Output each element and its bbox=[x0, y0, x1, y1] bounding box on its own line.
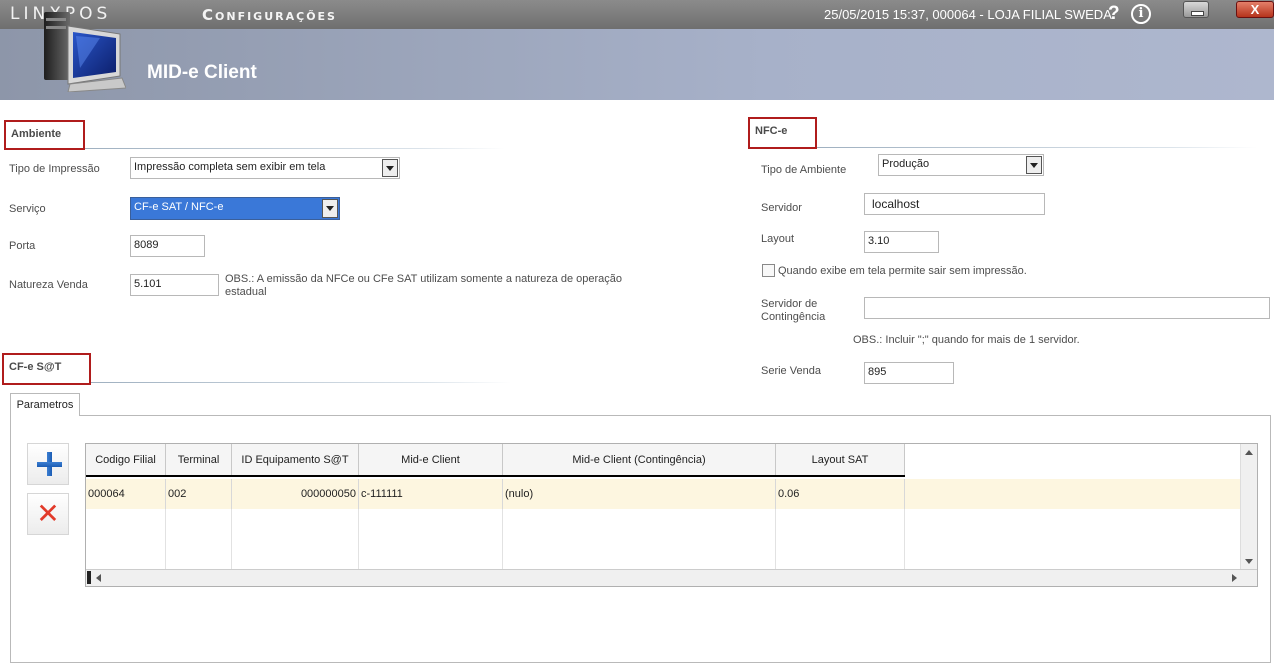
porta-input[interactable]: 8089 bbox=[130, 235, 205, 257]
column-header[interactable]: ID Equipamento S@T bbox=[232, 444, 359, 475]
table-cell[interactable]: 0.06 bbox=[776, 479, 905, 509]
parametros-grid[interactable]: Codigo Filial Terminal ID Equipamento S@… bbox=[85, 443, 1258, 587]
sair-sem-impressao-label: Quando exibe em tela permite sair sem im… bbox=[778, 265, 1027, 277]
column-header[interactable]: Layout SAT bbox=[776, 444, 905, 475]
natureza-venda-input[interactable]: 5.101 bbox=[130, 274, 219, 296]
table-cell[interactable]: 000064 bbox=[86, 479, 166, 509]
section-divider bbox=[91, 382, 511, 383]
column-header[interactable]: Terminal bbox=[166, 444, 232, 475]
servico-value: CF-e SAT / NFC-e bbox=[134, 201, 224, 213]
servidor-input[interactable]: localhost bbox=[864, 193, 1045, 215]
natureza-venda-label: Natureza Venda bbox=[9, 279, 88, 291]
vertical-scrollbar[interactable] bbox=[1240, 444, 1257, 570]
grid-header: Codigo Filial Terminal ID Equipamento S@… bbox=[86, 444, 905, 477]
help-icon[interactable]: ? bbox=[1108, 3, 1120, 25]
close-button[interactable]: X bbox=[1236, 1, 1274, 18]
column-header[interactable]: Mid-e Client bbox=[359, 444, 503, 475]
table-row[interactable]: 000064 002 000000050 c-111111 (nulo) 0.0… bbox=[86, 479, 1240, 509]
delete-x-icon: ✕ bbox=[36, 498, 60, 529]
serie-venda-label: Serie Venda bbox=[761, 365, 821, 377]
horizontal-scrollbar[interactable] bbox=[86, 569, 1257, 586]
info-icon[interactable]: i bbox=[1131, 4, 1151, 24]
contingencia-obs-text: OBS.: Incluir ";" quando for mais de 1 s… bbox=[853, 334, 1080, 346]
computer-monitor-icon bbox=[44, 12, 126, 92]
scroll-up-icon[interactable] bbox=[1245, 450, 1253, 455]
chevron-down-icon[interactable] bbox=[382, 159, 398, 177]
column-header[interactable]: Mid-e Client (Contingência) bbox=[503, 444, 776, 475]
contingencia-input[interactable] bbox=[864, 297, 1270, 319]
chevron-down-icon[interactable] bbox=[322, 199, 338, 218]
column-header[interactable]: Codigo Filial bbox=[86, 444, 166, 475]
grid-column-line bbox=[776, 509, 905, 570]
table-cell[interactable]: (nulo) bbox=[503, 479, 776, 509]
delete-row-button[interactable]: ✕ bbox=[27, 493, 69, 535]
tipo-ambiente-label: Tipo de Ambiente bbox=[761, 164, 847, 176]
section-cfe-sat: CF-e S@T bbox=[2, 353, 91, 385]
scroll-right-icon[interactable] bbox=[1232, 574, 1237, 582]
servico-select[interactable]: CF-e SAT / NFC-e bbox=[130, 197, 340, 220]
scroll-left-icon[interactable] bbox=[96, 574, 101, 582]
section-nfce: NFC-e bbox=[748, 117, 817, 149]
scroll-down-icon[interactable] bbox=[1245, 559, 1253, 564]
tipo-impressao-label: Tipo de Impressão bbox=[9, 163, 100, 175]
scroll-thumb[interactable] bbox=[87, 571, 91, 584]
tipo-ambiente-select[interactable]: Produção bbox=[878, 154, 1044, 176]
add-row-button[interactable] bbox=[27, 443, 69, 485]
table-cell[interactable]: 000000050 bbox=[232, 479, 359, 509]
grid-column-line bbox=[166, 509, 232, 570]
minimize-button[interactable] bbox=[1183, 1, 1209, 18]
tab-parametros[interactable]: Parametros bbox=[10, 393, 80, 416]
tipo-impressao-select[interactable]: Impressão completa sem exibir em tela bbox=[130, 157, 400, 179]
grid-column-line bbox=[503, 509, 776, 570]
grid-column-line bbox=[232, 509, 359, 570]
table-cell[interactable]: 002 bbox=[166, 479, 232, 509]
tipo-ambiente-value: Produção bbox=[882, 158, 930, 170]
grid-column-line bbox=[359, 509, 503, 570]
table-cell[interactable]: c-111111 bbox=[359, 479, 503, 509]
module-title: Configurações bbox=[202, 6, 337, 24]
serie-venda-input[interactable]: 895 bbox=[864, 362, 954, 384]
porta-label: Porta bbox=[9, 240, 36, 252]
natureza-obs-text: OBS.: A emissão da NFCe ou CFe SAT utili… bbox=[225, 273, 623, 298]
grid-column-line bbox=[86, 509, 166, 570]
status-text: 25/05/2015 15:37, 000064 - LOJA FILIAL S… bbox=[824, 7, 1116, 22]
servidor-label: Servidor bbox=[761, 202, 802, 214]
layout-label: Layout bbox=[761, 233, 795, 245]
servico-label: Serviço bbox=[9, 203, 46, 215]
sair-sem-impressao-checkbox[interactable] bbox=[762, 264, 775, 277]
tipo-impressao-value: Impressão completa sem exibir em tela bbox=[134, 161, 326, 173]
title-bar: LINXPOS Configurações 25/05/2015 15:37, … bbox=[0, 0, 1274, 29]
page-title: MID-e Client bbox=[147, 62, 257, 83]
contingencia-label: Servidor de Contingência bbox=[761, 298, 826, 323]
section-ambiente: Ambiente bbox=[4, 120, 85, 150]
section-divider bbox=[817, 147, 1257, 148]
section-divider bbox=[85, 148, 505, 149]
chevron-down-icon[interactable] bbox=[1026, 156, 1042, 174]
layout-input[interactable]: 3.10 bbox=[864, 231, 939, 253]
